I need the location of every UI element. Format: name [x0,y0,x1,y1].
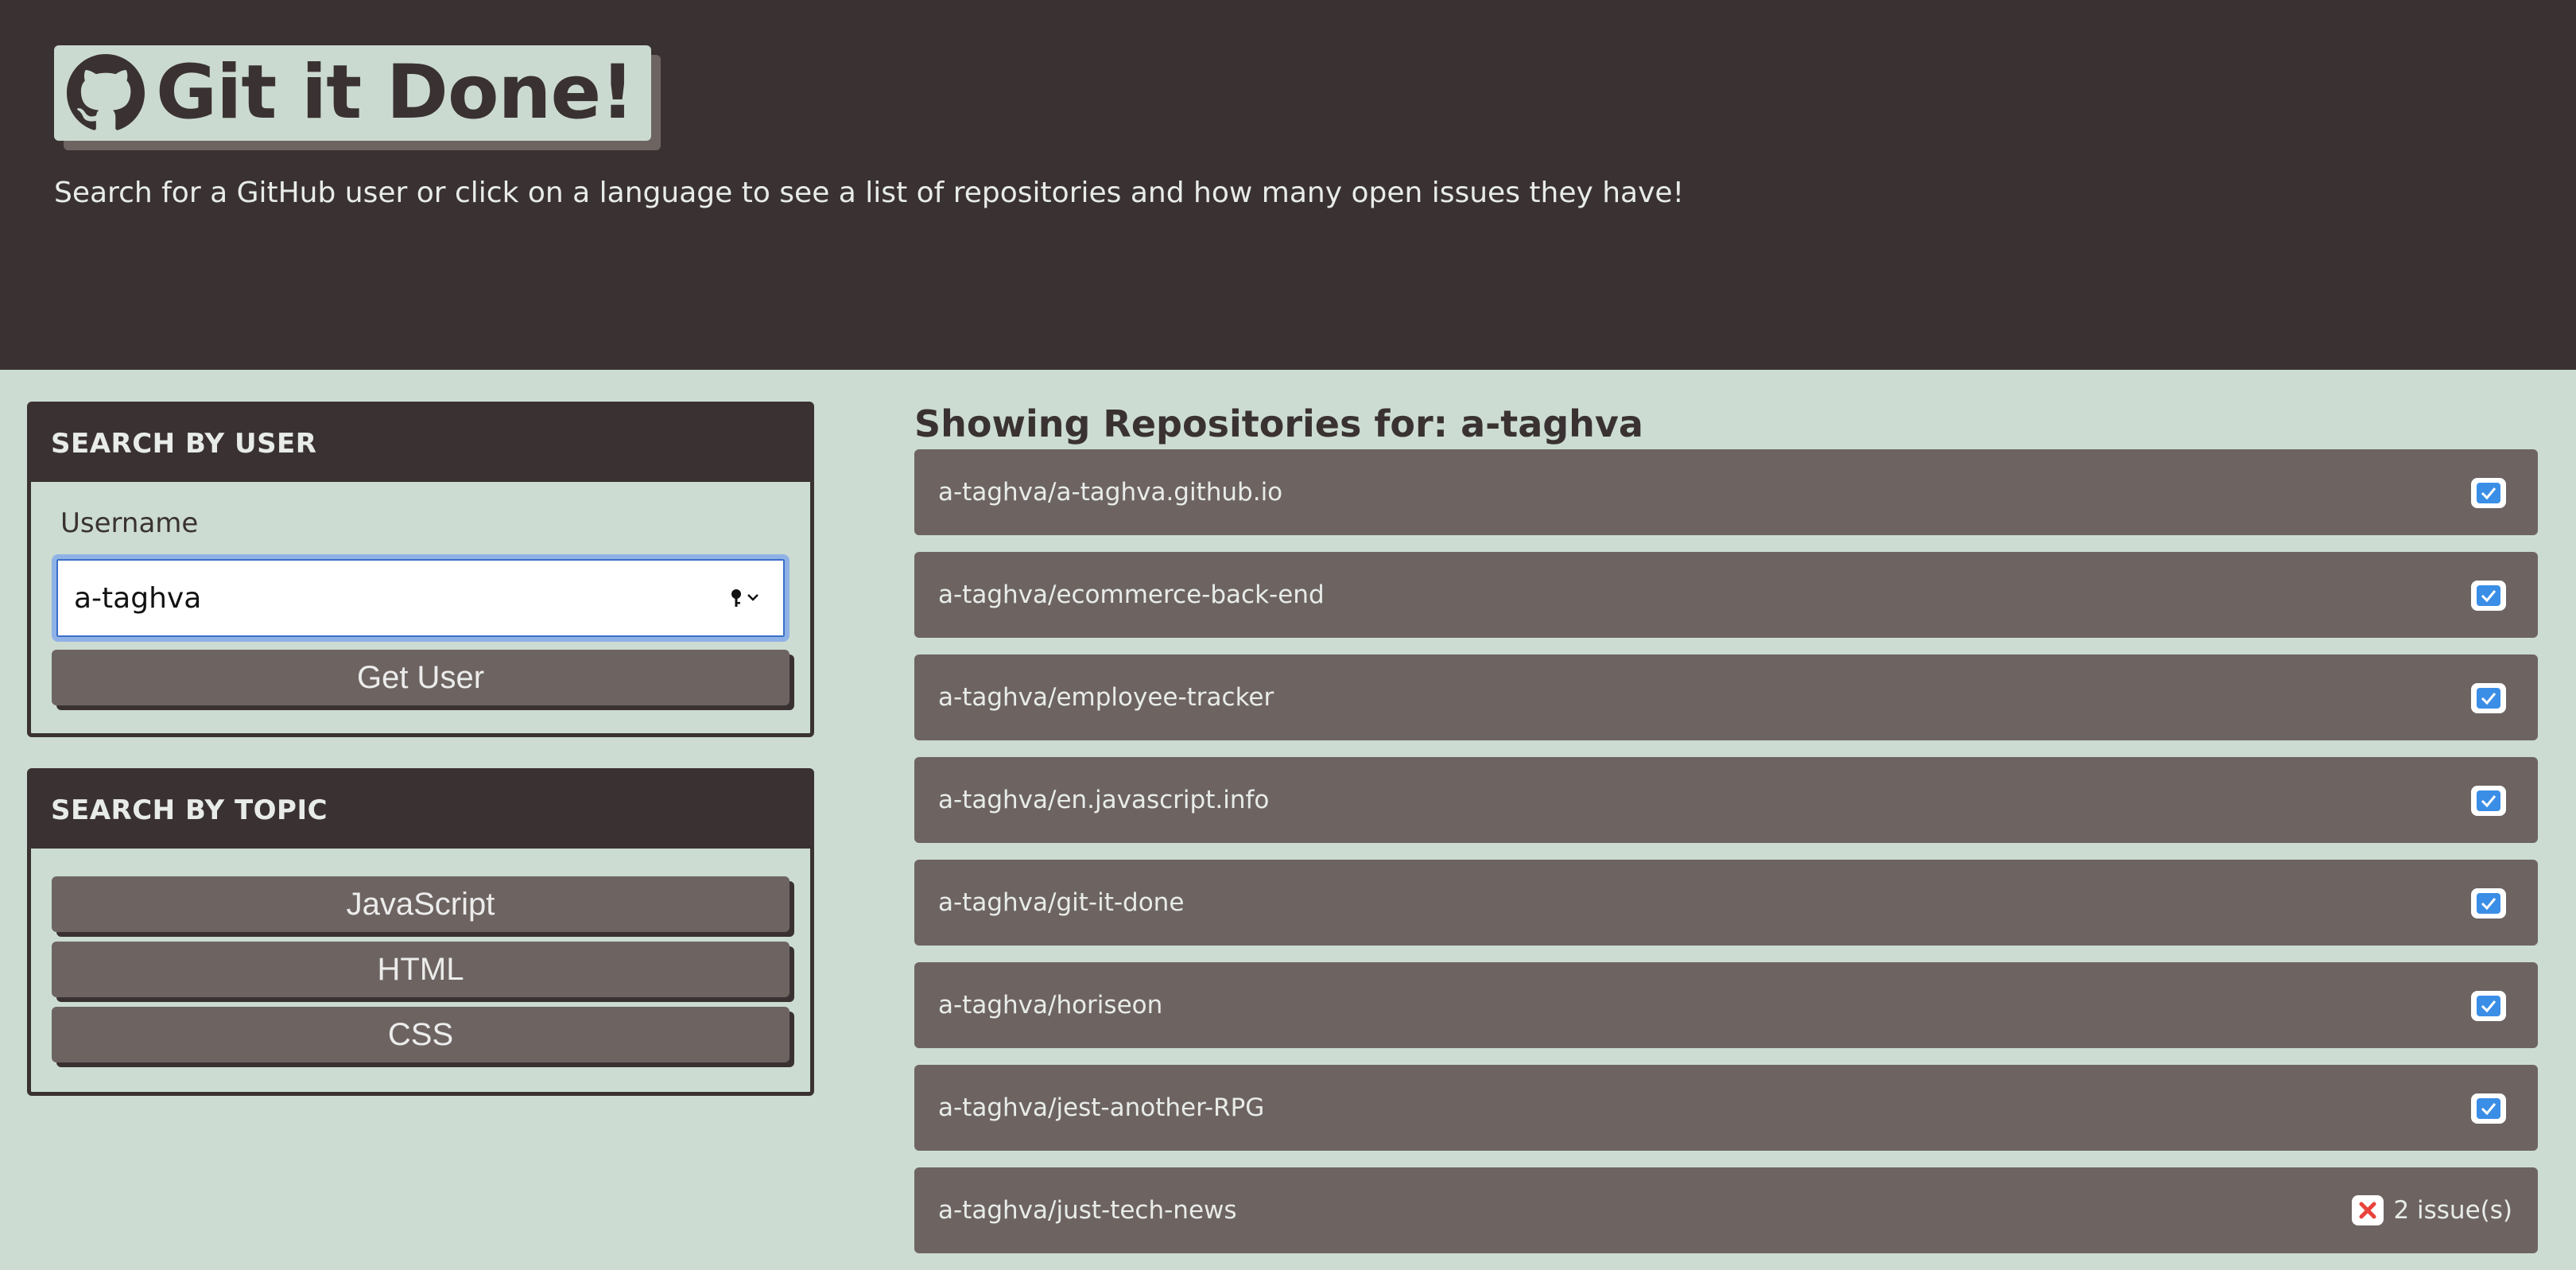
github-icon [67,54,145,130]
check-icon [2471,786,2506,816]
repo-name: a-taghva/just-tech-news [938,1196,1237,1225]
topic-button-css[interactable]: CSS [52,1007,789,1062]
topic-button-javascript[interactable]: JavaScript [52,876,789,932]
repo-item[interactable]: a-taghva/employee-tracker [914,654,2538,740]
check-icon [2471,683,2506,713]
username-input[interactable] [56,559,785,637]
username-label: Username [60,507,199,539]
repo-name: a-taghva/horiseon [938,991,1163,1019]
check-icon [2471,1093,2506,1124]
repo-item[interactable]: a-taghva/git-it-done [914,860,2538,946]
repo-name: a-taghva/jest-another-RPG [938,1093,1265,1122]
repo-list: a-taghva/a-taghva.github.io a-taghva/eco… [914,449,2538,1270]
check-icon [2471,581,2506,611]
repo-item[interactable]: a-taghva/horiseon [914,962,2538,1048]
repo-item[interactable]: a-taghva/ecommerce-back-end [914,552,2538,638]
search-by-topic-card: SEARCH BY TOPIC JavaScript HTML CSS [27,768,814,1096]
check-icon [2471,888,2506,919]
check-icon [2471,478,2506,508]
issue-status: 2 issue(s) [2352,1167,2512,1253]
repo-name: a-taghva/git-it-done [938,888,1185,917]
search-by-topic-heading: SEARCH BY TOPIC [31,772,810,849]
repo-name: a-taghva/ecommerce-back-end [938,581,1325,609]
password-key-dropdown-icon[interactable] [729,586,764,610]
search-by-user-card: SEARCH BY USER Username Get User [27,402,814,737]
get-user-button[interactable]: Get User [52,650,789,705]
page-subtitle: Search for a GitHub user or click on a l… [54,177,1684,209]
repo-list-heading: Showing Repositories for: a-taghva [914,402,1643,445]
app-logo: Git it Done! [54,45,652,141]
repo-name: a-taghva/a-taghva.github.io [938,478,1283,507]
x-icon [2352,1195,2384,1225]
app-title: Git it Done! [156,49,634,136]
repo-item[interactable]: a-taghva/en.javascript.info [914,757,2538,843]
page-header: Git it Done! Search for a GitHub user or… [0,0,2576,370]
repo-item[interactable]: a-taghva/just-tech-news 2 issue(s) [914,1167,2538,1253]
search-by-user-heading: SEARCH BY USER [31,406,810,482]
repo-name: a-taghva/employee-tracker [938,683,1274,712]
repo-name: a-taghva/en.javascript.info [938,786,1270,814]
username-field-wrapper [52,554,789,642]
topic-button-html[interactable]: HTML [52,942,789,997]
issue-count: 2 issue(s) [2393,1196,2512,1225]
check-icon [2471,991,2506,1021]
repo-item[interactable]: a-taghva/jest-another-RPG [914,1065,2538,1151]
repo-item[interactable]: a-taghva/a-taghva.github.io [914,449,2538,535]
